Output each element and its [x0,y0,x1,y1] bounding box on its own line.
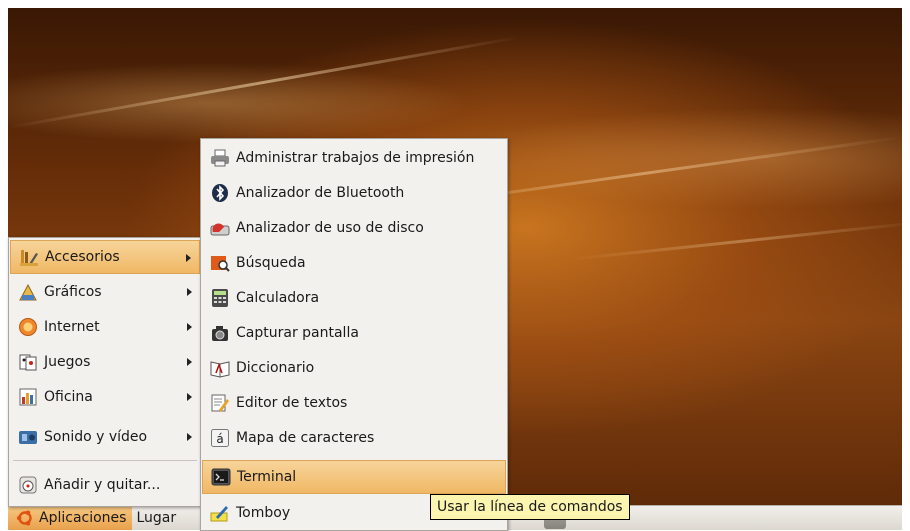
sound-video-icon [19,431,37,444]
wallpaper-streak [8,35,521,129]
games-icon [19,354,37,371]
menu-item-label: Internet [44,319,100,335]
menu-item-label: Oficina [44,389,93,405]
menu-item-label: Juegos [44,354,91,370]
internet-icon [19,318,37,336]
menu-item-label: Analizador de Bluetooth [236,185,405,201]
menu-item-oficina[interactable]: Oficina [10,380,200,414]
bluetooth-icon [212,184,228,202]
places-menu-button[interactable]: Lugar [132,506,182,530]
menu-item-add-remove[interactable]: Añadir y quitar... [10,468,200,502]
terminal-icon [211,468,231,486]
ubuntu-logo-icon [16,510,32,526]
menu-item-print-jobs[interactable]: Administrar trabajos de impresión [202,141,506,175]
menu-item-label: Diccionario [236,360,315,376]
menu-item-label: Sonido y vídeo [44,429,148,445]
menu-separator [13,460,197,461]
submenu-arrow-icon [187,323,192,331]
menu-item-accesorios[interactable]: Accesorios [10,240,200,274]
menu-item-disk-usage[interactable]: Analizador de uso de disco [202,211,506,245]
menu-item-label: Tomboy [236,505,291,521]
character-map-icon: á [211,429,229,447]
accessories-icon [20,250,38,266]
menu-item-label: Calculadora [236,290,320,306]
applications-label: Aplicaciones [39,510,127,526]
accessories-submenu: Administrar trabajos de impresión Analiz… [200,138,508,531]
menu-item-label: Capturar pantalla [236,325,359,341]
printer-icon [211,149,229,167]
submenu-arrow-icon [187,433,192,441]
menu-item-label: Administrar trabajos de impresión [236,150,475,166]
tomboy-icon [210,506,228,522]
terminal-tooltip: Usar la línea de comandos [430,494,630,520]
menu-item-sonido-video[interactable]: Sonido y vídeo [10,420,200,454]
search-icon [211,256,230,272]
menu-item-calculator[interactable]: Calculadora [202,281,506,315]
dictionary-icon [210,361,230,378]
menu-item-juegos[interactable]: Juegos [10,345,200,379]
places-label: Lugar [136,510,177,526]
graphics-icon [19,283,37,301]
menu-item-graficos[interactable]: Gráficos [10,275,200,309]
menu-item-label: Mapa de caracteres [236,430,375,446]
submenu-arrow-icon [187,288,192,296]
submenu-arrow-icon [187,358,192,366]
menu-item-internet[interactable]: Internet [10,310,200,344]
menu-item-bluetooth[interactable]: Analizador de Bluetooth [202,176,506,210]
office-icon [19,388,37,406]
svg-text:á: á [216,432,223,446]
add-remove-label: Añadir y quitar... [44,477,161,493]
menu-item-label: Búsqueda [236,255,306,271]
text-editor-icon [211,394,229,412]
disk-usage-icon [210,223,230,236]
menu-item-character-map[interactable]: á Mapa de caracteres [202,421,506,455]
camera-icon [212,326,228,341]
applications-menu-button[interactable]: Aplicaciones [8,506,133,530]
menu-item-label: Editor de textos [236,395,348,411]
menu-item-label: Gráficos [44,284,102,300]
menu-item-dictionary[interactable]: Diccionario [202,351,506,385]
menu-item-label: Accesorios [45,249,120,265]
menu-item-label: Terminal [237,469,297,485]
submenu-arrow-icon [187,393,192,401]
menu-item-text-editor[interactable]: Editor de textos [202,386,506,420]
menu-item-search[interactable]: Búsqueda [202,246,506,280]
applications-menu: Accesorios Gráficos Internet Juegos Ofic… [8,237,202,507]
menu-item-screenshot[interactable]: Capturar pantalla [202,316,506,350]
menu-item-label: Analizador de uso de disco [236,220,424,236]
wallpaper-streak [567,220,902,261]
add-remove-icon [19,476,37,494]
calculator-icon [212,289,228,307]
menu-item-terminal[interactable]: Terminal [202,460,506,494]
submenu-arrow-icon [186,254,191,262]
